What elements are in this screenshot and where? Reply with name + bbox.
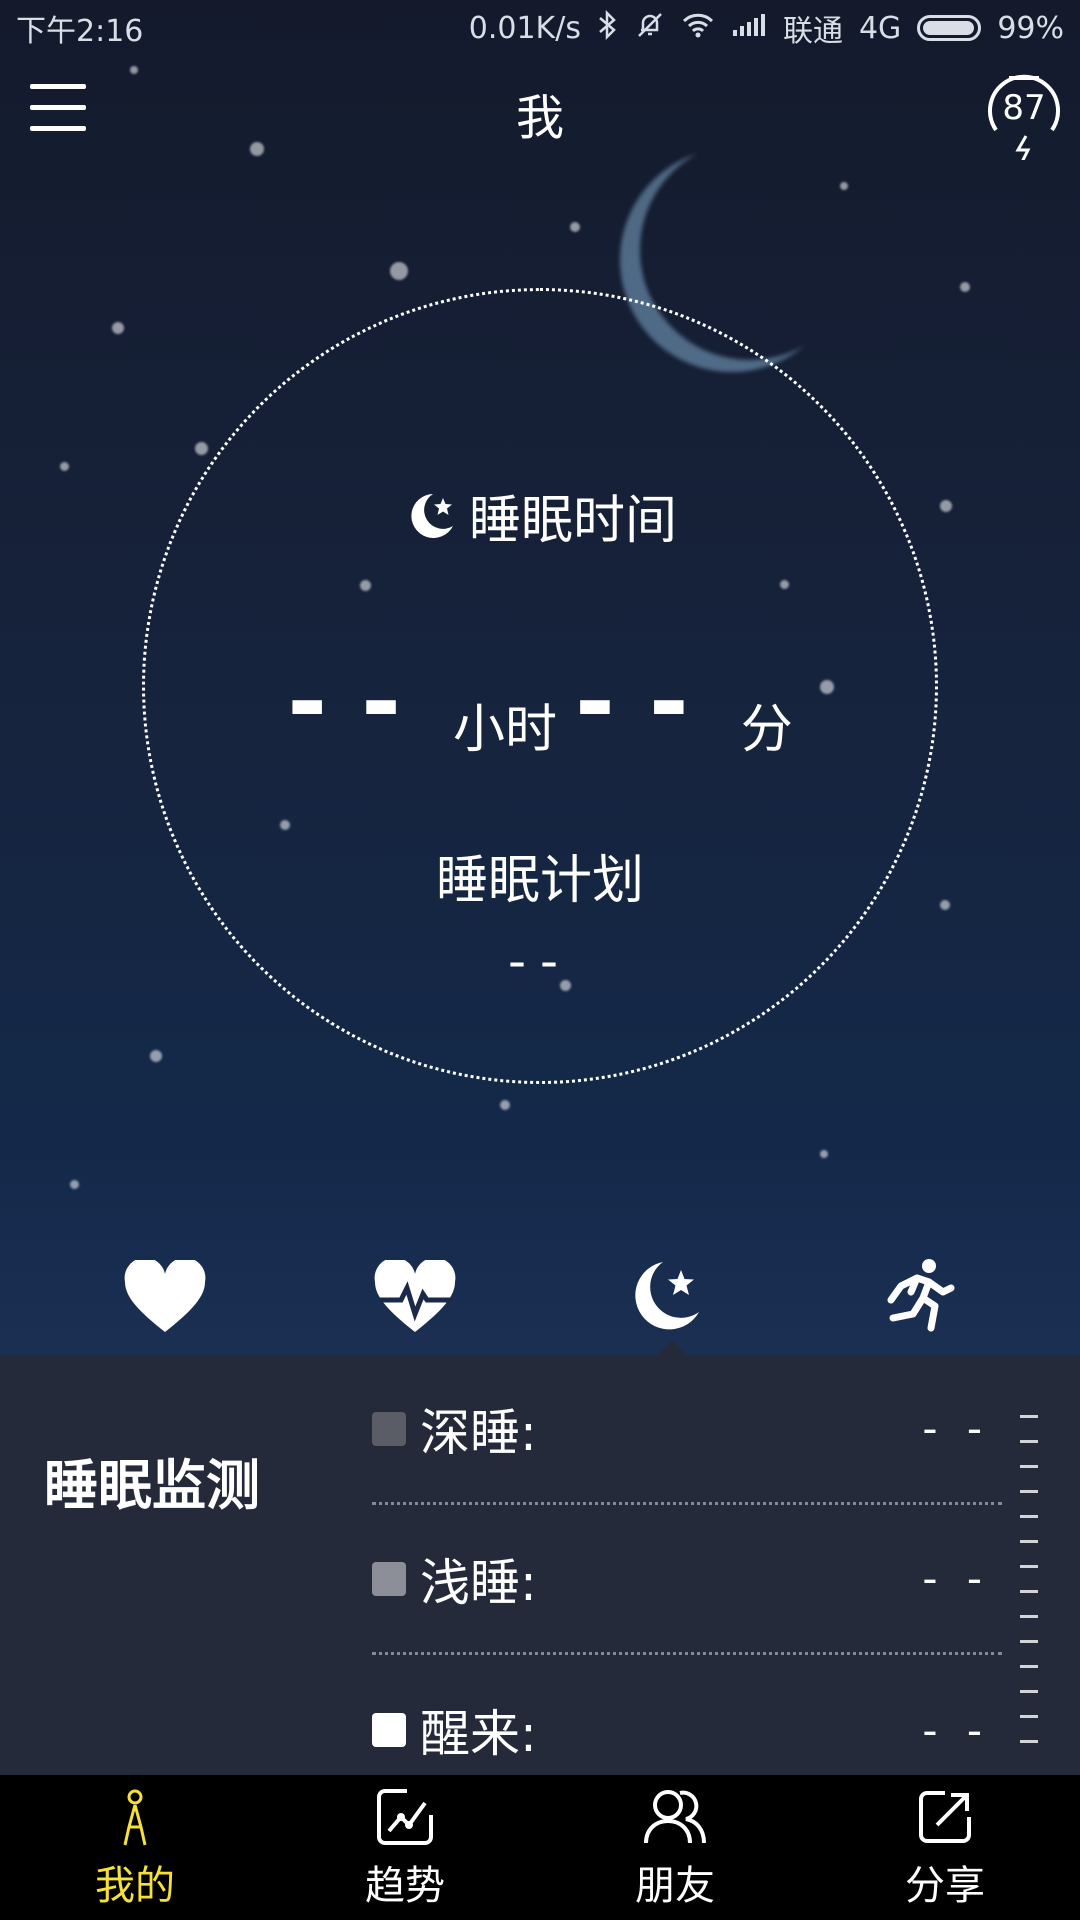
network-type: 4G	[858, 10, 902, 46]
stage-swatch	[372, 1713, 406, 1747]
heart-icon	[124, 1259, 206, 1332]
mute-icon	[635, 10, 665, 47]
stage-value: - -	[922, 1554, 990, 1603]
moon-star-icon	[411, 493, 453, 538]
active-tab-indicator	[656, 1340, 688, 1356]
heart-rate-icon	[374, 1259, 456, 1332]
network-speed: 0.01K/s	[468, 10, 581, 46]
trend-icon	[377, 1789, 433, 1845]
sleep-time-heading: 睡眠时间	[0, 478, 1080, 553]
nav-item-share[interactable]: 分享	[810, 1775, 1080, 1920]
status-bar: 下午2:16 0.01K/s 联通 4G 99%	[0, 0, 1080, 56]
sleep-hours-unit: 小时	[452, 700, 557, 760]
tab-heart-rate[interactable]	[360, 1253, 470, 1343]
stage-row-deep: 深睡: - -	[372, 1355, 1002, 1505]
stage-label: 醒来:	[420, 1705, 537, 1763]
nav-label: 我的	[95, 1863, 175, 1909]
sleep-monitor-panel: 睡眠监测 深睡: - - 浅睡: - - 醒来: - -	[0, 1355, 1080, 1775]
page-title: 我	[515, 90, 564, 146]
nav-item-mine[interactable]: 我的	[0, 1775, 270, 1920]
signal-icon	[731, 12, 767, 45]
running-icon	[887, 1258, 955, 1331]
bottom-nav: 我的 趋势 朋友 分享	[0, 1775, 1080, 1920]
metric-tabs	[0, 1240, 1080, 1355]
sleep-minutes-unit: 分	[740, 700, 793, 760]
nav-label: 朋友	[635, 1863, 715, 1909]
stage-label: 浅睡:	[420, 1553, 537, 1612]
share-icon	[919, 1791, 971, 1843]
panel-title: 睡眠监测	[44, 1454, 260, 1517]
nav-label: 趋势	[365, 1863, 445, 1909]
stage-value: - -	[922, 1705, 990, 1755]
stage-swatch	[372, 1561, 406, 1596]
stage-label: 深睡:	[420, 1403, 537, 1462]
carrier-name: 联通	[782, 14, 843, 49]
app-header: 我 87	[0, 56, 1080, 166]
device-badge-value: 87	[1002, 88, 1046, 128]
sleep-time-label: 睡眠时间	[468, 491, 677, 551]
friends-icon	[644, 1790, 706, 1844]
tab-exercise[interactable]	[860, 1253, 970, 1343]
stage-row-light: 浅睡: - -	[372, 1505, 1002, 1655]
battery-icon	[917, 15, 982, 41]
wifi-icon	[681, 11, 715, 46]
sleep-plan-value[interactable]: --	[0, 932, 1080, 990]
bluetooth-icon	[597, 9, 619, 47]
status-right: 0.01K/s 联通 4G 99%	[469, 6, 1064, 50]
nav-item-trend[interactable]: 趋势	[270, 1775, 540, 1920]
app-root: 下午2:16 0.01K/s 联通 4G 99% 我 87 睡眠时间 -- 小时…	[0, 0, 1080, 1920]
panel-scroll-scale[interactable]	[1020, 1415, 1040, 1775]
sleep-hours-value: --	[287, 646, 435, 758]
sleep-plan-label: 睡眠计划	[435, 851, 644, 911]
nav-item-friends[interactable]: 朋友	[540, 1775, 810, 1920]
stage-swatch	[372, 1411, 406, 1446]
status-time: 下午2:16	[16, 14, 144, 49]
moon-star-icon	[635, 1261, 699, 1329]
person-icon	[123, 1789, 147, 1846]
battery-percent: 99%	[997, 10, 1064, 46]
stage-row-awake: 醒来: - -	[372, 1655, 1002, 1775]
tab-heart[interactable]	[110, 1253, 220, 1343]
stage-value: - -	[922, 1404, 990, 1453]
sleep-duration: -- 小时 -- 分	[0, 654, 1080, 780]
sleep-minutes-value: --	[575, 646, 723, 758]
device-badge-button[interactable]: 87	[984, 70, 1064, 163]
nav-label: 分享	[905, 1863, 985, 1909]
tab-sleep[interactable]	[610, 1253, 720, 1343]
